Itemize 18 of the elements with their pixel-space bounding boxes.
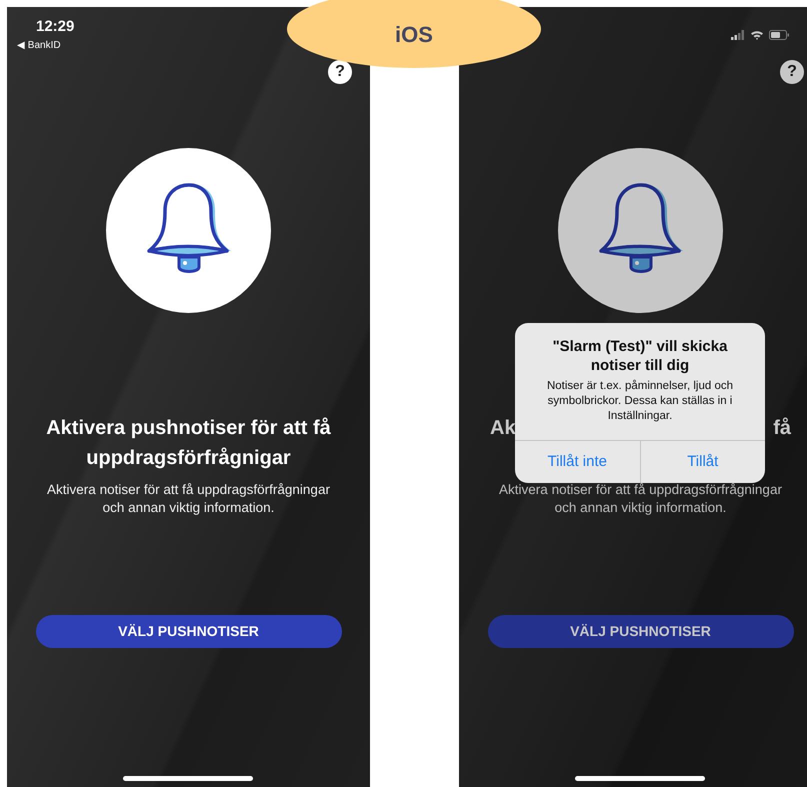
alert-title: "Slarm (Test)" vill skicka notiser till dig [552, 337, 728, 375]
description-text: Aktivera notiser för att få uppdragsförfrågningar och annan viktig information. [46, 481, 331, 517]
enable-notifications-button[interactable]: VÄLJ PUSHNOTISER [488, 615, 794, 648]
alert-message: Notiser är t.ex. påminnelser, ljud och symbolbrickor. Dessa kan ställas in i Inställningar. [546, 378, 734, 424]
heading-fragment: få [773, 416, 791, 441]
home-indicator[interactable] [575, 776, 705, 781]
platform-label: iOS [395, 20, 433, 48]
help-button[interactable]: ? [328, 60, 352, 84]
wifi-icon [750, 30, 764, 40]
description-text: Aktivera notiser för att få uppdragsförfrågningar och annan viktig information. [498, 481, 783, 517]
back-link[interactable]: ◀ BankID [17, 38, 61, 53]
clock-time: 12:29 [36, 17, 74, 37]
help-button[interactable]: ? [780, 60, 804, 84]
battery-icon [769, 30, 789, 40]
heading: Aktivera pushnotiser för att få uppdragsförfrågnigar [45, 416, 332, 471]
enable-notifications-button[interactable]: VÄLJ PUSHNOTISER [36, 615, 342, 648]
home-indicator[interactable] [123, 776, 253, 781]
heading-fragment: Ak [490, 416, 516, 441]
